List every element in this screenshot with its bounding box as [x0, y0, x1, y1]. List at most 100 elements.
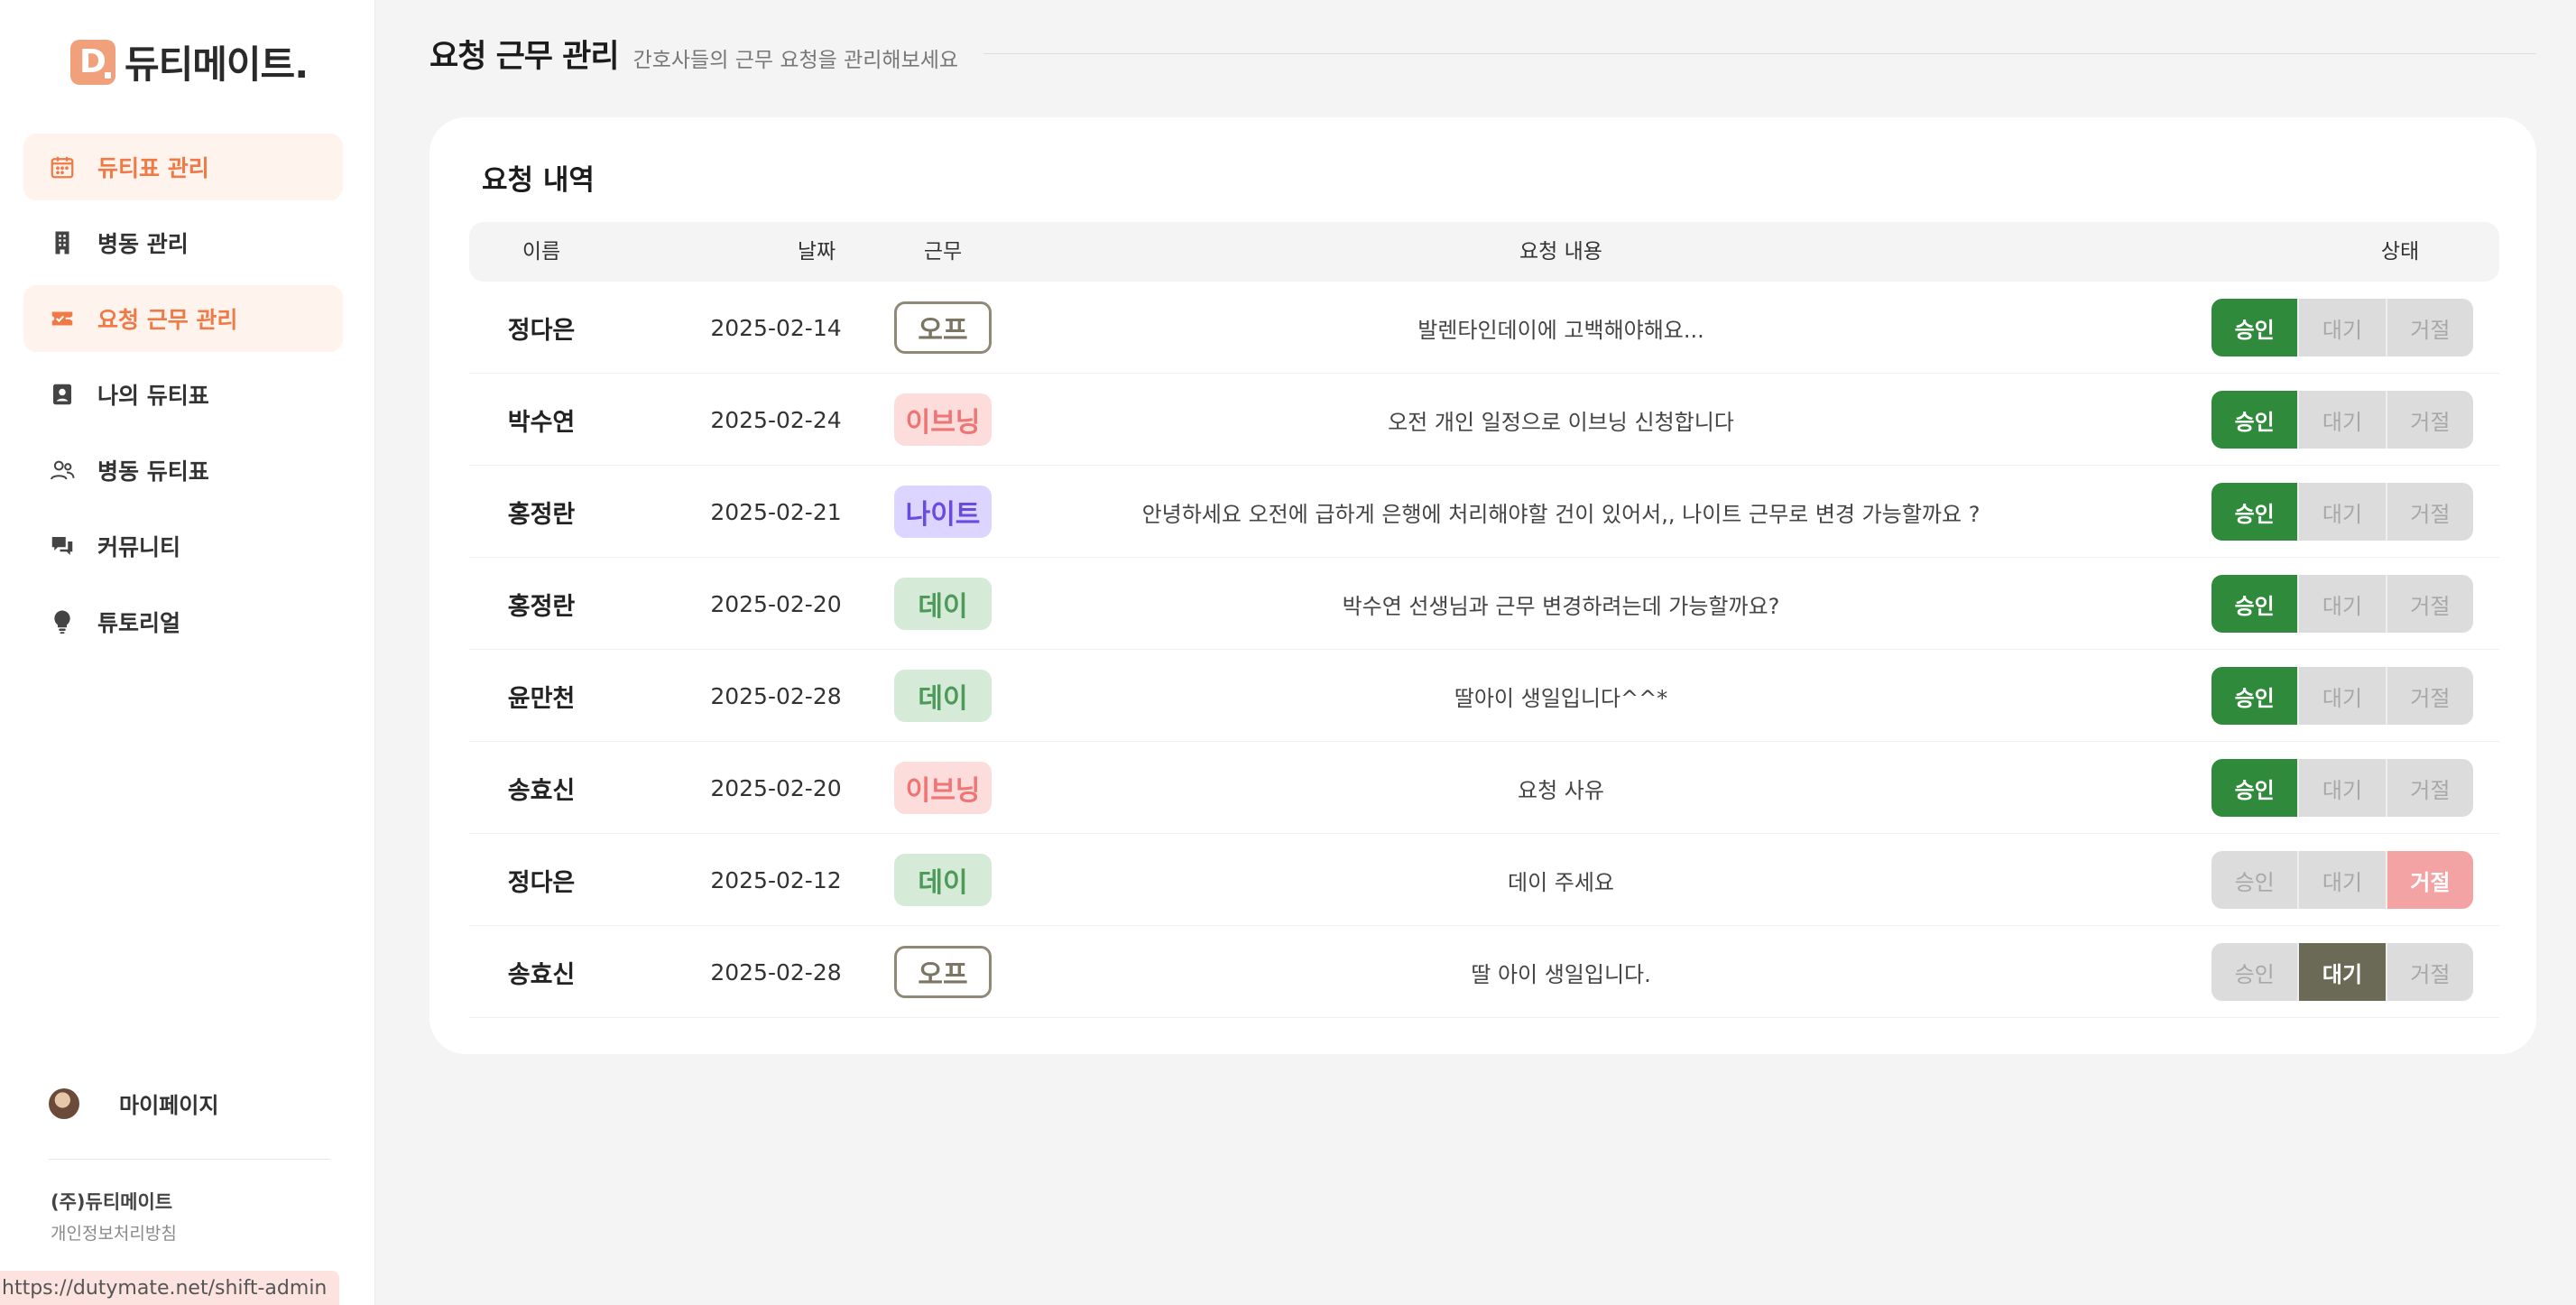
sidebar-divider — [49, 1159, 330, 1160]
wait-button[interactable]: 대기 — [2297, 483, 2386, 541]
approve-button[interactable]: 승인 — [2211, 667, 2298, 725]
sidebar-item-tutorial[interactable]: 튜토리얼 — [23, 588, 343, 655]
status-toggle: 승인 대기 거절 — [2211, 483, 2473, 541]
table-row: 박수연 2025-02-24 이브닝 오전 개인 일정으로 이브닝 신청합니다 승인 대기… — [469, 374, 2499, 466]
sidebar-item-label: 듀티표 관리 — [97, 155, 209, 181]
sidebar-item-label: 병동 관리 — [97, 231, 189, 257]
row-request: 발렌타인데이에 고백해야해요... — [1417, 317, 1704, 343]
wait-button[interactable]: 대기 — [2297, 759, 2386, 817]
sidebar-item-label: 나의 듀티표 — [97, 383, 209, 409]
wait-button[interactable]: 대기 — [2297, 299, 2386, 356]
lightbulb-icon — [49, 608, 76, 635]
chat-icon — [49, 532, 76, 560]
reject-button[interactable]: 거절 — [2385, 575, 2473, 633]
status-toggle: 승인 대기 거절 — [2211, 759, 2473, 817]
approve-button[interactable]: 승인 — [2211, 575, 2298, 633]
reject-button[interactable]: 거절 — [2385, 667, 2473, 725]
reject-button[interactable]: 거절 — [2385, 299, 2473, 356]
row-name: 송효신 — [507, 776, 576, 805]
request-table-body: 정다은 2025-02-14 오프 발렌타인데이에 고백해야해요... 승인 대기 거절 박수… — [469, 282, 2499, 1018]
users-icon — [49, 457, 76, 484]
shift-badge: 이브닝 — [894, 393, 992, 446]
row-request: 딸 아이 생일입니다. — [1471, 961, 1651, 987]
sidebar-item-community[interactable]: 커뮤니티 — [23, 513, 343, 579]
row-request: 데이 주세요 — [1507, 869, 1615, 895]
status-toggle: 승인 대기 거절 — [2211, 391, 2473, 449]
row-shift-cell: 오프 — [893, 282, 993, 374]
table-row: 송효신 2025-02-28 오프 딸 아이 생일입니다. 승인 대기 거절 — [469, 926, 2499, 1018]
approve-button[interactable]: 승인 — [2211, 943, 2298, 1001]
approve-button[interactable]: 승인 — [2211, 851, 2298, 909]
row-name: 홍정란 — [507, 500, 576, 529]
reject-button[interactable]: 거절 — [2385, 851, 2473, 909]
approve-button[interactable]: 승인 — [2211, 759, 2298, 817]
approve-button[interactable]: 승인 — [2211, 483, 2298, 541]
profile-card-icon — [49, 381, 76, 408]
shift-badge: 데이 — [894, 578, 992, 630]
shift-badge: 데이 — [894, 670, 992, 722]
wait-button[interactable]: 대기 — [2297, 943, 2386, 1001]
building-icon — [49, 229, 76, 256]
row-request: 박수연 선생님과 근무 변경하려는데 가능할까요? — [1342, 593, 1780, 619]
sidebar-item-my-duty[interactable]: 나의 듀티표 — [23, 361, 343, 428]
sidebar-item-request-management[interactable]: 요청 근무 관리 — [23, 285, 343, 352]
table-row: 송효신 2025-02-20 이브닝 요청 사유 승인 대기 거절 — [469, 742, 2499, 834]
card-title: 요청 내역 — [482, 164, 595, 197]
reject-button[interactable]: 거절 — [2385, 759, 2473, 817]
brand-name: 듀티메이트. — [125, 42, 309, 87]
status-toggle: 승인 대기 거절 — [2211, 575, 2473, 633]
sidebar: D.D 듀티메이트. 듀티표 관리 병동 관리 요청 근무 관리 나의 듀티 — [0, 0, 375, 1305]
calendar-icon — [49, 153, 76, 180]
approve-button[interactable]: 승인 — [2211, 299, 2298, 356]
sidebar-nav: 듀티표 관리 병동 관리 요청 근무 관리 나의 듀티표 병동 듀티표 커뮤니티… — [23, 134, 343, 664]
wait-button[interactable]: 대기 — [2297, 667, 2386, 725]
row-status-cell: 승인 대기 거절 — [2211, 466, 2474, 558]
sidebar-item-ward-management[interactable]: 병동 관리 — [23, 209, 343, 276]
mypage-link[interactable]: 마이페이지 — [49, 1088, 218, 1119]
row-request: 요청 사유 — [1518, 777, 1604, 803]
request-card: 요청 내역 이름 날짜 근무 요청 내용 상태 정다은 2025-02-14 오프 발… — [429, 117, 2536, 1054]
sidebar-item-duty-management[interactable]: 듀티표 관리 — [23, 134, 343, 200]
row-request: 딸아이 생일입니다^^* — [1454, 685, 1668, 711]
row-shift-cell: 이브닝 — [893, 742, 993, 834]
ticket-icon — [49, 305, 76, 332]
row-shift-cell: 데이 — [893, 834, 993, 926]
page-title: 요청 근무 관리 — [429, 39, 620, 75]
table-header: 이름 날짜 근무 요청 내용 상태 — [469, 222, 2499, 282]
row-shift-cell: 데이 — [893, 650, 993, 742]
row-name: 윤만천 — [507, 684, 576, 713]
sidebar-item-ward-duty[interactable]: 병동 듀티표 — [23, 437, 343, 504]
row-date: 2025-02-14 — [710, 314, 842, 341]
row-shift-cell: 이브닝 — [893, 374, 993, 466]
row-date: 2025-02-21 — [710, 498, 842, 525]
row-date: 2025-02-28 — [710, 958, 842, 986]
company-name: (주)듀티메이트 — [51, 1191, 173, 1213]
table-row: 윤만천 2025-02-28 데이 딸아이 생일입니다^^* 승인 대기 거절 — [469, 650, 2499, 742]
status-toggle: 승인 대기 거절 — [2211, 943, 2473, 1001]
approve-button[interactable]: 승인 — [2211, 391, 2298, 449]
reject-button[interactable]: 거절 — [2385, 391, 2473, 449]
table-row: 정다은 2025-02-12 데이 데이 주세요 승인 대기 거절 — [469, 834, 2499, 926]
status-toggle: 승인 대기 거절 — [2211, 667, 2473, 725]
logo-mark: D.D — [70, 39, 115, 85]
wait-button[interactable]: 대기 — [2297, 851, 2386, 909]
privacy-policy-link[interactable]: 개인정보처리방침 — [51, 1220, 177, 1245]
reject-button[interactable]: 거절 — [2385, 943, 2473, 1001]
row-date: 2025-02-28 — [710, 682, 842, 709]
shift-badge: 오프 — [894, 946, 992, 998]
row-status-cell: 승인 대기 거절 — [2211, 834, 2474, 926]
row-name: 홍정란 — [507, 592, 576, 621]
wait-button[interactable]: 대기 — [2297, 391, 2386, 449]
row-date: 2025-02-20 — [710, 774, 842, 801]
shift-badge: 이브닝 — [894, 762, 992, 814]
reject-button[interactable]: 거절 — [2385, 483, 2473, 541]
wait-button[interactable]: 대기 — [2297, 575, 2386, 633]
row-status-cell: 승인 대기 거절 — [2211, 282, 2474, 374]
brand-logo[interactable]: D.D 듀티메이트. — [70, 34, 309, 89]
row-request: 오전 개인 일정으로 이브닝 신청합니다 — [1388, 409, 1734, 435]
sidebar-item-label: 커뮤니티 — [97, 534, 181, 560]
status-toggle: 승인 대기 거절 — [2211, 299, 2473, 356]
row-shift-cell: 데이 — [893, 558, 993, 650]
page-subtitle: 간호사들의 근무 요청을 관리해보세요 — [632, 49, 959, 72]
row-name: 정다은 — [507, 868, 576, 897]
